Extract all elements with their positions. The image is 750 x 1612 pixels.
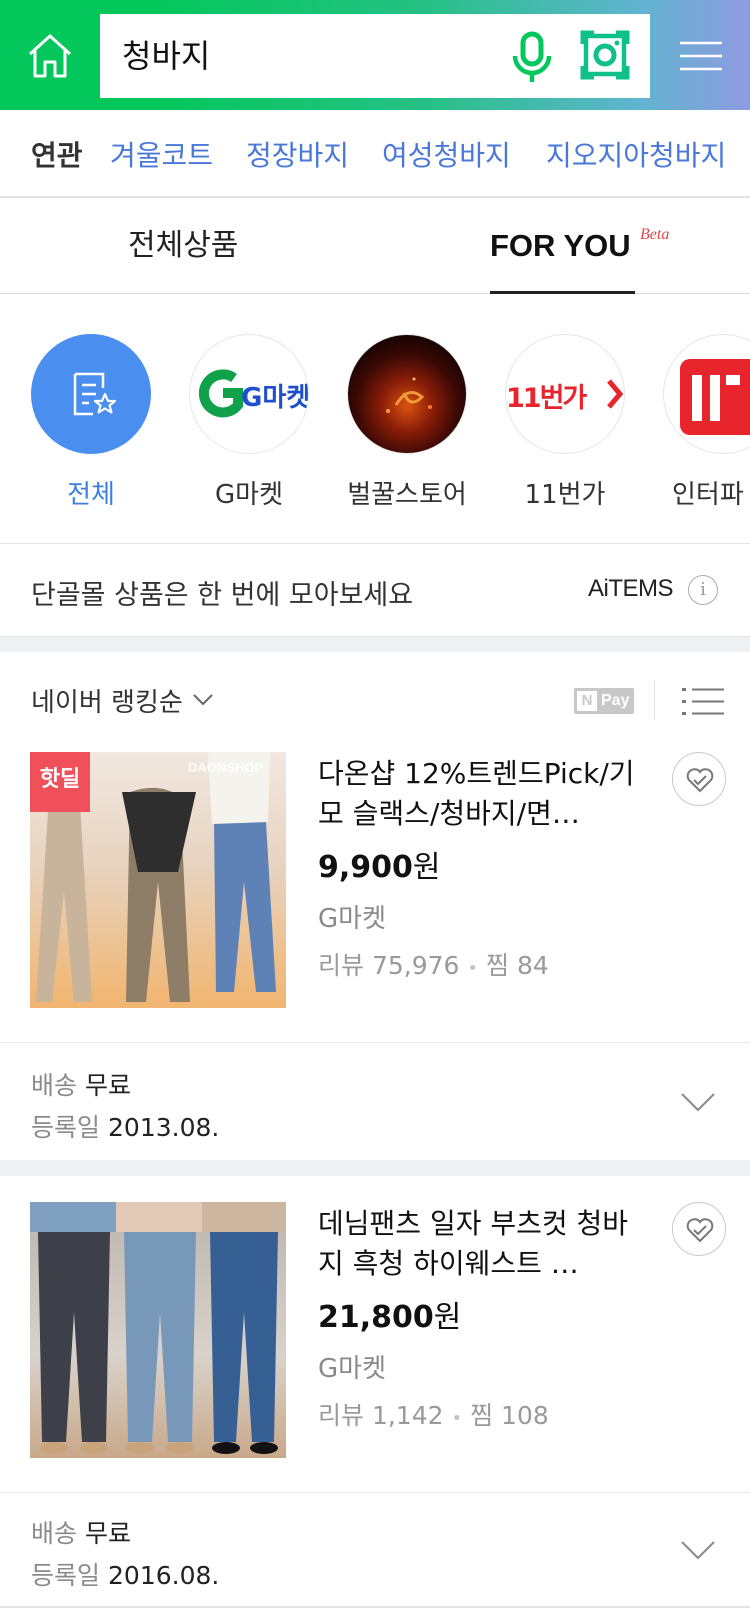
section-separator bbox=[0, 1160, 750, 1176]
gmarket-logo-text: G마켓 bbox=[241, 383, 309, 413]
product-card[interactable]: 데님팬츠 일자 부츠컷 청바지 흑청 하이웨스트 … 21,800원 G마켓 리… bbox=[0, 1202, 750, 1472]
stat-separator: • bbox=[451, 1408, 463, 1429]
chevron-down-icon[interactable] bbox=[680, 1538, 716, 1562]
mic-icon[interactable] bbox=[508, 30, 556, 84]
npay-n-mark: N bbox=[577, 691, 597, 711]
search-header: 청바지 bbox=[0, 0, 750, 110]
zzim-count: 84 bbox=[516, 951, 549, 980]
product-title[interactable]: 데님팬츠 일자 부츠컷 청바지 흑청 하이웨스트 … bbox=[318, 1204, 636, 1284]
home-icon[interactable] bbox=[26, 32, 74, 80]
zzim-count: 108 bbox=[501, 1401, 549, 1430]
sort-bar: 네이버 랭킹순 N Pay bbox=[0, 652, 750, 742]
mall-filter: 전체 G마켓 G마켓 벌꿀스토어 11번가 11번가 인터파 bbox=[0, 294, 750, 544]
shipping-info: 배송 무료 bbox=[31, 1514, 131, 1550]
review-count: 1,142 bbox=[371, 1401, 444, 1430]
related-keyword[interactable]: 정장바지 bbox=[246, 134, 349, 174]
mall-item-11st[interactable]: 11번가 11번가 bbox=[504, 334, 626, 511]
search-query[interactable]: 청바지 bbox=[122, 14, 210, 98]
product-watermark: DAONSHOP bbox=[188, 760, 263, 775]
divider bbox=[654, 680, 655, 720]
register-label: 등록일 bbox=[31, 1113, 101, 1142]
related-keyword[interactable]: 여성청바지 bbox=[382, 134, 511, 174]
heart-check-icon[interactable] bbox=[672, 1202, 726, 1256]
shipping-value: 무료 bbox=[85, 1519, 132, 1548]
mall-label: 벌꿀스토어 bbox=[347, 480, 467, 510]
product-image[interactable]: DAONSHOP 핫딜 bbox=[30, 752, 286, 1008]
product-price: 9,900원 bbox=[318, 842, 441, 886]
product-mall[interactable]: G마켓 bbox=[318, 1348, 386, 1385]
product-stats: 리뷰 1,142 • 찜 108 bbox=[318, 1396, 549, 1432]
related-keyword[interactable]: 지오지아청바지 bbox=[546, 134, 726, 174]
beta-label: Beta bbox=[640, 226, 670, 243]
divider bbox=[0, 1042, 750, 1043]
chevron-down-icon[interactable] bbox=[192, 688, 214, 710]
mall-all-circle bbox=[31, 334, 151, 454]
menu-icon[interactable] bbox=[680, 40, 722, 72]
chevron-down-icon[interactable] bbox=[680, 1090, 716, 1114]
section-separator bbox=[0, 637, 750, 652]
product-card[interactable]: DAONSHOP 핫딜 다온샵 12%트렌드Pick/기모 슬랙스/청바지/면…… bbox=[0, 752, 750, 1022]
review-label: 리뷰 bbox=[318, 951, 365, 980]
shipping-label: 배송 bbox=[31, 1071, 78, 1100]
zzim-label: 찜 bbox=[470, 1401, 494, 1430]
register-value: 2013.08. bbox=[108, 1113, 220, 1142]
product-mall[interactable]: G마켓 bbox=[318, 898, 386, 935]
mall-item-gmarket[interactable]: G마켓 G마켓 bbox=[188, 334, 310, 511]
list-view-icon[interactable] bbox=[682, 686, 724, 718]
divider bbox=[0, 1606, 750, 1608]
notice-text: 단골몰 상품은 한 번에 모아보세요 bbox=[31, 580, 414, 611]
11st-logo: 11번가 bbox=[505, 334, 625, 454]
star-list-icon bbox=[73, 372, 117, 416]
lens-icon[interactable] bbox=[580, 30, 630, 80]
mall-item-honeystore[interactable]: 벌꿀스토어 bbox=[346, 334, 468, 511]
hot-deal-badge: 핫딜 bbox=[30, 752, 90, 812]
product-stats: 리뷰 75,976 • 찜 84 bbox=[318, 946, 549, 982]
register-value: 2016.08. bbox=[108, 1561, 220, 1590]
gmarket-logo: G마켓 bbox=[189, 334, 309, 454]
shipping-info: 배송 무료 bbox=[31, 1066, 131, 1102]
heart-check-icon[interactable] bbox=[672, 752, 726, 806]
review-label: 리뷰 bbox=[318, 1401, 365, 1430]
product-title[interactable]: 다온샵 12%트렌드Pick/기모 슬랙스/청바지/면… bbox=[318, 754, 636, 834]
review-count: 75,976 bbox=[371, 951, 460, 980]
search-input[interactable]: 청바지 bbox=[100, 14, 650, 98]
npay-label: Pay bbox=[601, 692, 630, 709]
related-keywords: 연관 겨울코트 정장바지 여성청바지 지오지아청바지 bbox=[0, 110, 750, 198]
favorite-mall-notice[interactable]: 단골몰 상품은 한 번에 모아보세요 AiTEMS i bbox=[0, 545, 750, 637]
price-currency: 원 bbox=[433, 1300, 462, 1335]
tab-all-products[interactable]: 전체상품 bbox=[128, 198, 238, 294]
result-tabs: 전체상품 FOR YOU bbox=[0, 198, 750, 294]
price-value: 21,800 bbox=[318, 1300, 434, 1335]
price-currency: 원 bbox=[412, 850, 441, 885]
shipping-value: 무료 bbox=[85, 1071, 132, 1100]
sort-select[interactable]: 네이버 랭킹순 bbox=[31, 682, 183, 719]
shipping-label: 배송 bbox=[31, 1519, 78, 1548]
mall-label: G마켓 bbox=[215, 480, 283, 510]
mall-label: 전체 bbox=[67, 480, 115, 510]
11st-logo-text: 11번가 bbox=[506, 383, 587, 414]
register-date: 등록일 2016.08. bbox=[31, 1556, 219, 1592]
tab-for-you[interactable]: FOR YOU bbox=[490, 198, 631, 294]
mall-label: 11번가 bbox=[524, 480, 606, 510]
related-label: 연관 bbox=[31, 139, 83, 172]
register-label: 등록일 bbox=[31, 1561, 101, 1590]
price-value: 9,900 bbox=[318, 850, 413, 885]
register-date: 등록일 2013.08. bbox=[31, 1108, 219, 1144]
info-icon[interactable]: i bbox=[688, 575, 718, 605]
mall-item-all[interactable]: 전체 bbox=[30, 334, 152, 511]
mall-item-interpark[interactable]: 인터파 bbox=[662, 334, 750, 511]
product-image[interactable] bbox=[30, 1202, 286, 1458]
honeystore-logo bbox=[347, 334, 467, 454]
aitems-logo: AiTEMS bbox=[588, 575, 674, 602]
divider bbox=[0, 1492, 750, 1493]
interpark-logo bbox=[663, 334, 750, 454]
npay-filter-button[interactable]: N Pay bbox=[574, 688, 634, 714]
stat-separator: • bbox=[467, 958, 479, 979]
product-price: 21,800원 bbox=[318, 1292, 461, 1336]
related-keyword[interactable]: 겨울코트 bbox=[110, 134, 213, 174]
mall-label: 인터파 bbox=[672, 480, 744, 510]
zzim-label: 찜 bbox=[485, 951, 509, 980]
